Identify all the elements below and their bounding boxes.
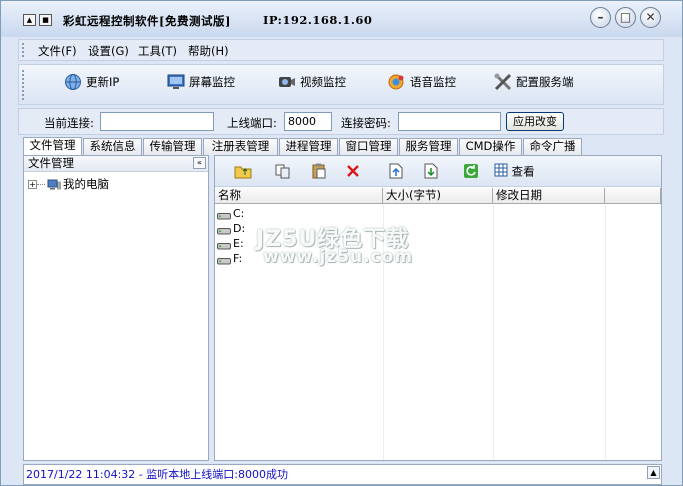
collapse-pane-button[interactable]: « bbox=[193, 157, 206, 169]
menu-bar: 文件(F) 设置(G) 工具(T) 帮助(H) bbox=[18, 39, 664, 61]
tab-system-info[interactable]: 系统信息 bbox=[83, 138, 142, 155]
voice-monitor-label: 语音监控 bbox=[410, 75, 456, 89]
apply-changes-button[interactable]: 应用改变 bbox=[506, 112, 564, 131]
title-bar: ▲ ■ 彩虹远程控制软件[免费测试版] IP:192.168.1.60 – □ … bbox=[1, 1, 682, 37]
online-port-label: 上线端口: bbox=[227, 116, 277, 130]
column-header-modified[interactable]: 修改日期 bbox=[493, 188, 605, 204]
refresh-icon[interactable] bbox=[462, 162, 480, 180]
file-row-label: D: bbox=[233, 222, 246, 235]
tab-command-broadcast[interactable]: 命令广播 bbox=[523, 138, 582, 155]
menu-grip[interactable] bbox=[22, 43, 25, 57]
window-title: 彩虹远程控制软件[免费测试版] bbox=[63, 14, 231, 28]
drive-icon bbox=[217, 240, 231, 250]
view-label: 查看 bbox=[511, 164, 535, 179]
voice-monitor-button[interactable]: 语音监控 bbox=[387, 72, 456, 98]
tab-service-management[interactable]: 服务管理 bbox=[399, 138, 458, 155]
log-area: 2017/1/22 11:04:32 - 监听本地上线端口:8000成功 ▲ bbox=[23, 464, 662, 485]
file-row-drive-d[interactable]: D: bbox=[217, 222, 245, 237]
tools-icon bbox=[493, 72, 513, 92]
file-row-label: E: bbox=[233, 237, 244, 250]
globe-icon bbox=[63, 72, 83, 92]
file-toolbar: 查看 bbox=[215, 156, 661, 187]
file-list-pane: 查看 名称 大小(字节) 修改日期 C: D: E: F: bbox=[214, 155, 662, 461]
tab-cmd-operation[interactable]: CMD操作 bbox=[459, 138, 522, 155]
system-menu-icon[interactable]: ■ bbox=[39, 14, 52, 26]
view-grid-icon bbox=[494, 163, 508, 180]
copy-icon[interactable] bbox=[274, 162, 292, 180]
online-port-input[interactable]: 8000 bbox=[284, 112, 332, 131]
connection-password-label: 连接密码: bbox=[341, 116, 391, 130]
tab-process-management[interactable]: 进程管理 bbox=[279, 138, 338, 155]
update-ip-label: 更新IP bbox=[86, 75, 120, 89]
drive-icon bbox=[217, 225, 231, 235]
connection-bar: 当前连接: 上线端口: 8000 连接密码: 应用改变 bbox=[18, 108, 664, 135]
menu-file[interactable]: 文件(F) bbox=[38, 43, 77, 59]
main-window: ▲ ■ 彩虹远程控制软件[免费测试版] IP:192.168.1.60 – □ … bbox=[0, 0, 683, 486]
delete-icon[interactable] bbox=[344, 162, 362, 180]
update-ip-button[interactable]: 更新IP bbox=[63, 72, 119, 98]
column-header-name[interactable]: 名称 bbox=[215, 188, 383, 204]
menu-tools[interactable]: 工具(T) bbox=[138, 43, 177, 59]
system-menu-up-icon[interactable]: ▲ bbox=[23, 14, 36, 26]
current-connection-input[interactable] bbox=[100, 112, 214, 131]
tab-file-management[interactable]: 文件管理 bbox=[23, 137, 82, 155]
upload-icon[interactable] bbox=[387, 162, 405, 180]
file-row-label: C: bbox=[233, 207, 245, 220]
computer-icon bbox=[47, 179, 61, 190]
monitor-icon bbox=[166, 72, 186, 92]
tab-transfer-management[interactable]: 传输管理 bbox=[143, 138, 202, 155]
close-button[interactable]: ✕ bbox=[640, 7, 661, 28]
watermark-url: www.jz5u.com bbox=[263, 247, 414, 267]
main-toolbar: 更新IP 屏幕监控 视频监控 语音监控 配置服务端 bbox=[18, 64, 664, 105]
drive-icon bbox=[217, 210, 231, 220]
file-row-drive-e[interactable]: E: bbox=[217, 237, 244, 252]
current-connection-label: 当前连接: bbox=[44, 116, 94, 130]
configure-server-label: 配置服务端 bbox=[516, 75, 574, 89]
file-row-drive-f[interactable]: F: bbox=[217, 252, 242, 267]
file-row-drive-c[interactable]: C: bbox=[217, 207, 244, 222]
tree-item-label: 我的电脑 bbox=[63, 177, 109, 191]
up-folder-icon[interactable] bbox=[234, 162, 252, 180]
minimize-button[interactable]: – bbox=[590, 7, 611, 28]
connection-password-input[interactable] bbox=[398, 112, 501, 131]
file-tree-header: 文件管理 « bbox=[24, 156, 208, 172]
maximize-button[interactable]: □ bbox=[615, 7, 636, 28]
paste-icon[interactable] bbox=[310, 162, 328, 180]
screen-monitor-button[interactable]: 屏幕监控 bbox=[166, 72, 235, 98]
column-header-size[interactable]: 大小(字节) bbox=[383, 188, 493, 204]
video-monitor-label: 视频监控 bbox=[300, 75, 346, 89]
menu-help[interactable]: 帮助(H) bbox=[188, 43, 229, 59]
file-row-label: F: bbox=[233, 252, 243, 265]
ip-address-label: IP:192.168.1.60 bbox=[263, 13, 373, 27]
voice-icon bbox=[387, 72, 407, 92]
tree-expand-toggle[interactable]: + bbox=[28, 180, 37, 189]
tree-item-my-computer[interactable]: + 我的电脑 bbox=[28, 176, 109, 192]
file-tree-title: 文件管理 bbox=[28, 156, 74, 170]
toolbar-grip[interactable] bbox=[22, 70, 25, 100]
configure-server-button[interactable]: 配置服务端 bbox=[493, 72, 574, 98]
view-button[interactable]: 查看 bbox=[494, 163, 535, 180]
tab-window-management[interactable]: 窗口管理 bbox=[339, 138, 398, 155]
download-icon[interactable] bbox=[422, 162, 440, 180]
camera-icon bbox=[277, 72, 297, 92]
column-header-extra[interactable] bbox=[605, 188, 661, 204]
log-message: 2017/1/22 11:04:32 - 监听本地上线端口:8000成功 bbox=[26, 468, 288, 481]
file-tree-pane: 文件管理 « + 我的电脑 bbox=[23, 155, 209, 461]
tab-registry-management[interactable]: 注册表管理 bbox=[203, 138, 278, 155]
log-scroll-up-icon[interactable]: ▲ bbox=[647, 466, 660, 479]
video-monitor-button[interactable]: 视频监控 bbox=[277, 72, 346, 98]
screen-monitor-label: 屏幕监控 bbox=[189, 75, 235, 89]
menu-settings[interactable]: 设置(G) bbox=[88, 43, 129, 59]
drive-icon bbox=[217, 255, 231, 265]
